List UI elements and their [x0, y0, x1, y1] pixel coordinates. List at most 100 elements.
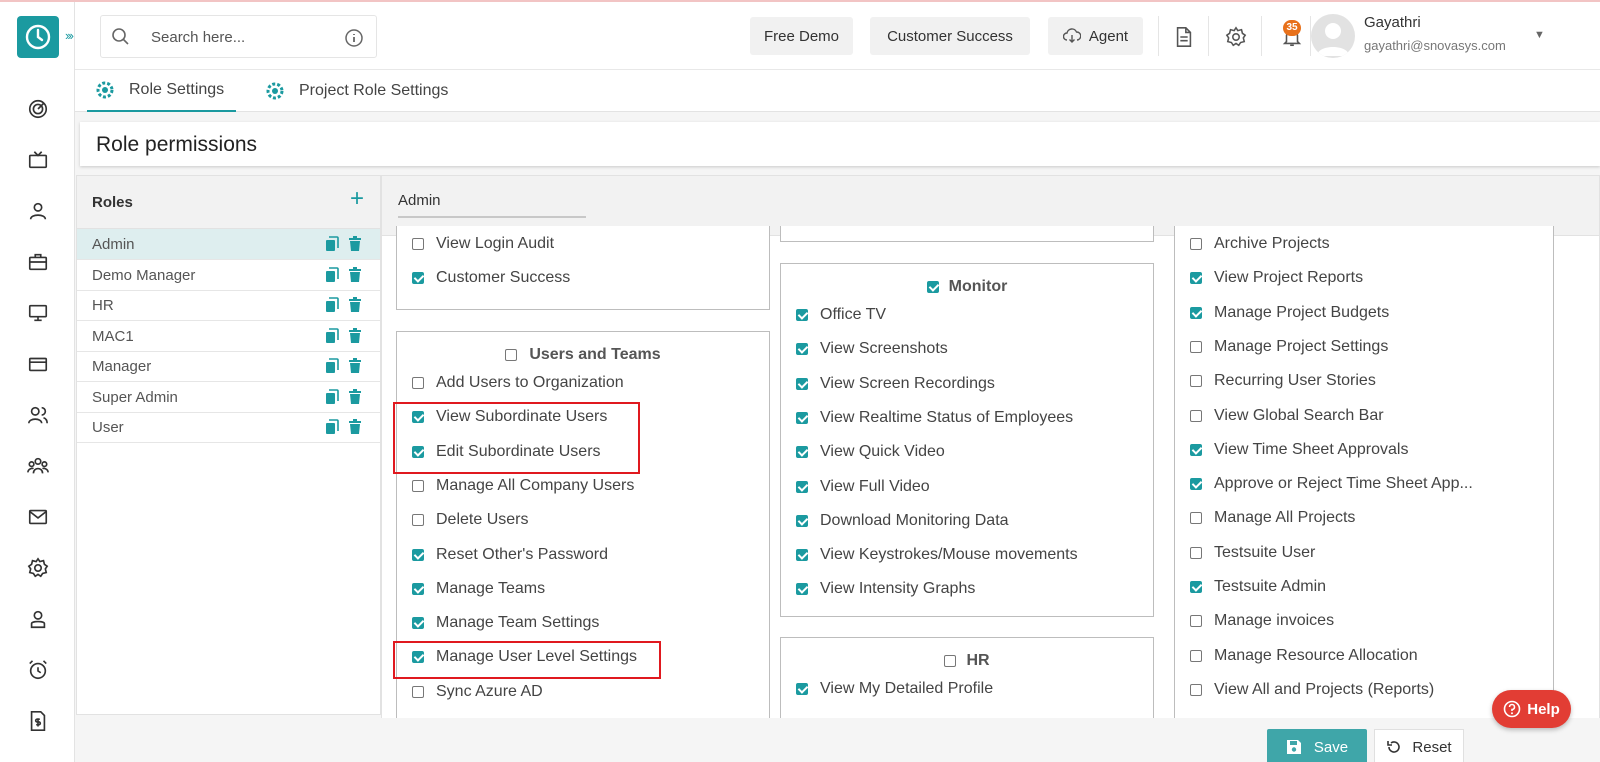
users-icon[interactable] — [26, 403, 50, 427]
trash-icon[interactable] — [348, 388, 362, 405]
invoice-icon[interactable] — [26, 709, 50, 733]
mail-icon[interactable] — [26, 505, 50, 529]
dashboard-icon[interactable] — [26, 97, 50, 121]
section-checkbox[interactable] — [505, 348, 518, 361]
checkbox-checked[interactable] — [1190, 306, 1202, 319]
add-role-button[interactable]: + — [350, 187, 364, 211]
permission-item-manage-all-company-users[interactable]: Manage All Company Users — [412, 477, 634, 495]
document-icon[interactable] — [1171, 24, 1197, 50]
checkbox-checked[interactable] — [1190, 581, 1202, 593]
checkbox-checked[interactable] — [796, 446, 808, 459]
customer-success-button[interactable]: Customer Success — [870, 17, 1030, 55]
copy-icon[interactable] — [325, 388, 339, 405]
checkbox-unchecked[interactable] — [412, 238, 424, 250]
checkbox-checked[interactable] — [796, 480, 808, 493]
checkbox-unchecked[interactable] — [1190, 512, 1202, 525]
settings-icon[interactable] — [26, 556, 50, 580]
checkbox-unchecked[interactable] — [1190, 340, 1202, 353]
tab-project-role-settings[interactable]: Project Role Settings — [265, 70, 448, 112]
permission-item-testsuite-user[interactable]: Testsuite User — [1190, 544, 1315, 562]
profile-badge-icon[interactable] — [26, 607, 50, 631]
checkbox-unchecked[interactable] — [412, 479, 424, 492]
info-icon[interactable] — [344, 28, 364, 48]
permission-item-view-my-detailed-profile[interactable]: View My Detailed Profile — [796, 680, 993, 698]
checkbox-unchecked[interactable] — [1190, 683, 1202, 696]
trash-icon[interactable] — [348, 297, 362, 313]
permission-item-approve-or-reject-time-sheet-app[interactable]: Approve or Reject Time Sheet App... — [1190, 475, 1473, 493]
briefcase-icon[interactable] — [26, 250, 50, 274]
copy-icon[interactable] — [325, 327, 339, 344]
permission-item-view-full-video[interactable]: View Full Video — [796, 478, 930, 496]
permission-item-manage-project-settings[interactable]: Manage Project Settings — [1190, 338, 1388, 356]
permission-item-manage-team-settings[interactable]: Manage Team Settings — [412, 614, 599, 632]
checkbox-checked[interactable] — [1190, 478, 1202, 491]
trash-icon[interactable] — [348, 236, 362, 252]
gear-icon[interactable] — [1223, 24, 1249, 50]
checkbox-unchecked[interactable] — [412, 377, 424, 389]
help-button[interactable]: Help — [1492, 690, 1571, 728]
permission-item-view-quick-video[interactable]: View Quick Video — [796, 443, 945, 461]
permission-item-view-realtime-status-of-employees[interactable]: View Realtime Status of Employees — [796, 409, 1073, 427]
role-item[interactable]: Super Admin — [77, 382, 380, 413]
checkbox-checked[interactable] — [796, 549, 808, 562]
copy-icon[interactable] — [325, 358, 339, 374]
checkbox-checked[interactable] — [796, 514, 808, 527]
alarm-clock-icon[interactable] — [26, 658, 50, 682]
user-icon[interactable] — [26, 199, 50, 223]
checkbox-checked[interactable] — [412, 272, 424, 285]
permission-item-delete-users[interactable]: Delete Users — [412, 511, 528, 529]
permission-item-view-intensity-graphs[interactable]: View Intensity Graphs — [796, 580, 975, 598]
permission-item-reset-other-s-password[interactable]: Reset Other's Password — [412, 546, 608, 564]
role-item[interactable]: MAC1 — [77, 321, 380, 352]
checkbox-unchecked[interactable] — [1190, 409, 1202, 422]
copy-icon[interactable] — [325, 297, 339, 313]
role-item[interactable]: Admin — [77, 229, 380, 260]
monitor-icon[interactable] — [26, 301, 50, 325]
section-checkbox[interactable] — [926, 280, 939, 293]
copy-icon[interactable] — [325, 419, 339, 435]
copy-icon[interactable] — [325, 236, 339, 252]
tab-role-settings[interactable]: Role Settings — [87, 70, 237, 112]
permission-item-office-tv[interactable]: Office TV — [796, 306, 886, 324]
checkbox-checked[interactable] — [796, 583, 808, 596]
permission-item-testsuite-admin[interactable]: Testsuite Admin — [1190, 578, 1326, 596]
permission-item-view-screen-recordings[interactable]: View Screen Recordings — [796, 375, 995, 393]
trash-icon[interactable] — [348, 266, 362, 283]
checkbox-checked[interactable] — [412, 617, 424, 630]
role-item[interactable]: User — [77, 412, 380, 443]
search-input[interactable] — [151, 26, 331, 48]
checkbox-unchecked[interactable] — [1190, 375, 1202, 388]
checkbox-checked[interactable] — [796, 377, 808, 390]
role-item[interactable]: Demo Manager — [77, 260, 380, 291]
permission-item-manage-resource-allocation[interactable]: Manage Resource Allocation — [1190, 647, 1418, 665]
permission-item-add-users-to-organization[interactable]: Add Users to Organization — [412, 374, 624, 392]
checkbox-unchecked[interactable] — [1190, 615, 1202, 628]
expand-nav-icon[interactable]: ››› — [65, 28, 74, 43]
checkbox-checked[interactable] — [1190, 272, 1202, 285]
permission-item-manage-all-projects[interactable]: Manage All Projects — [1190, 509, 1355, 527]
reset-button[interactable]: Reset — [1374, 729, 1464, 762]
team-icon[interactable] — [26, 454, 50, 478]
free-demo-button[interactable]: Free Demo — [750, 17, 853, 55]
tv-icon[interactable] — [26, 148, 50, 172]
checkbox-checked[interactable] — [796, 309, 808, 321]
selected-role-field[interactable]: Admin — [398, 192, 586, 218]
checkbox-unchecked[interactable] — [412, 685, 424, 698]
copy-icon[interactable] — [325, 266, 339, 283]
avatar[interactable] — [1311, 14, 1355, 58]
permission-item-customer-success[interactable]: Customer Success — [412, 269, 570, 287]
permission-item-view-project-reports[interactable]: View Project Reports — [1190, 269, 1363, 287]
checkbox-checked[interactable] — [412, 582, 424, 595]
checkbox-checked[interactable] — [796, 343, 808, 356]
checkbox-unchecked[interactable] — [1190, 649, 1202, 662]
checkbox-checked[interactable] — [796, 683, 808, 695]
permission-item-sync-azure-ad[interactable]: Sync Azure AD — [412, 683, 543, 701]
role-item[interactable]: HR — [77, 290, 380, 321]
checkbox-checked[interactable] — [796, 411, 808, 424]
chevron-down-icon[interactable]: ▼ — [1534, 29, 1545, 41]
checkbox-unchecked[interactable] — [1190, 238, 1202, 250]
section-checkbox[interactable] — [944, 654, 957, 667]
trash-icon[interactable] — [348, 327, 362, 344]
permission-item-view-keystrokes-mouse-movements[interactable]: View Keystrokes/Mouse movements — [796, 546, 1078, 564]
checkbox-unchecked[interactable] — [1190, 546, 1202, 559]
